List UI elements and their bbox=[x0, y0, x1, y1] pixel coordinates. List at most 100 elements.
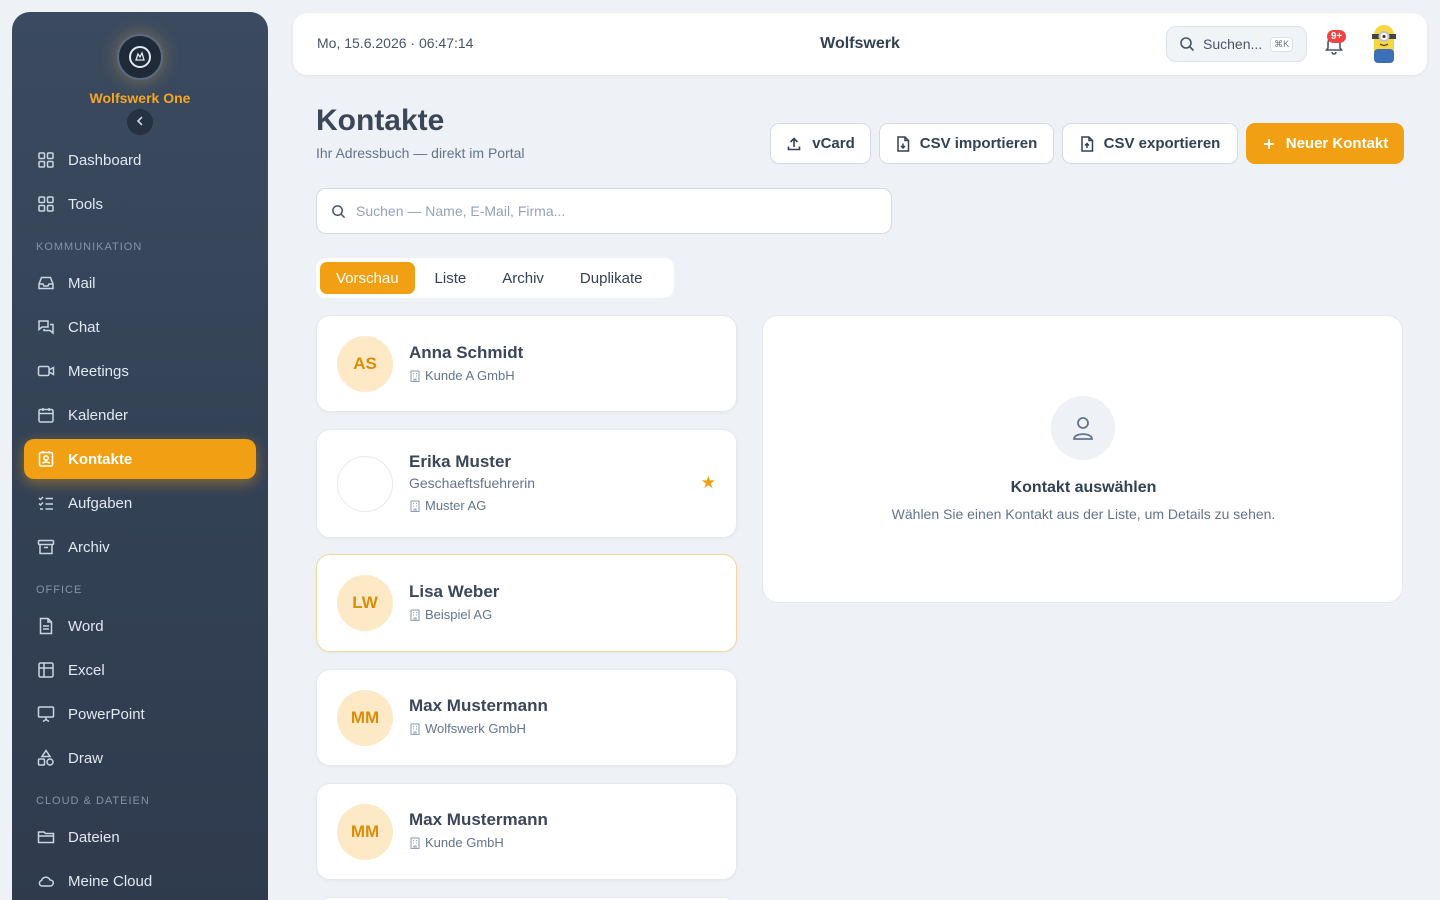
sidebar-item-dashboard[interactable]: Dashboard bbox=[24, 140, 256, 180]
sidebar-item-mail[interactable]: Mail bbox=[24, 263, 256, 303]
user-avatar[interactable] bbox=[1369, 23, 1399, 67]
brand-name: Wolfswerk One bbox=[89, 90, 191, 106]
vcard-button-label: vCard bbox=[812, 135, 855, 152]
notification-badge: 9+ bbox=[1327, 30, 1347, 43]
contact-avatar: LW bbox=[337, 575, 393, 631]
archive-icon bbox=[36, 537, 56, 557]
detail-empty-title: Kontakt auswählen bbox=[1010, 479, 1157, 496]
table-icon bbox=[36, 660, 56, 680]
shapes-icon bbox=[36, 748, 56, 768]
global-search-button[interactable]: Suchen... ⌘K bbox=[1166, 26, 1307, 62]
csv-export-button[interactable]: CSV exportieren bbox=[1062, 123, 1238, 164]
contact-company-label: Wolfswerk GmbH bbox=[425, 721, 526, 736]
sidebar-item-label: Excel bbox=[68, 661, 105, 679]
sidebar-item-label: Mail bbox=[68, 274, 96, 292]
presentation-icon bbox=[36, 704, 56, 724]
chevron-left-icon bbox=[134, 114, 146, 130]
plus-icon bbox=[1262, 137, 1276, 151]
contact-card[interactable]: Erika Muster Geschaeftsfuehrerin Muster … bbox=[316, 429, 737, 538]
contact-card[interactable]: LW Lisa Weber Beispiel AG bbox=[316, 554, 737, 652]
contact-card[interactable]: MM Max Mustermann Wolfswerk GmbH bbox=[316, 669, 737, 766]
contact-search[interactable] bbox=[316, 188, 892, 234]
contact-name: Max Mustermann bbox=[409, 696, 548, 715]
contact-company-label: Kunde A GmbH bbox=[425, 368, 515, 383]
favorite-star-icon[interactable]: ★ bbox=[701, 473, 716, 493]
new-contact-label: Neuer Kontakt bbox=[1285, 135, 1389, 152]
contact-avatar: MM bbox=[337, 690, 393, 746]
document-icon bbox=[36, 616, 56, 636]
contact-search-input[interactable] bbox=[356, 203, 856, 219]
vcard-button[interactable]: vCard bbox=[770, 123, 871, 164]
contact-book-icon bbox=[36, 449, 56, 469]
sidebar-collapse-button[interactable] bbox=[127, 109, 153, 135]
sidebar-item-label: Meine Cloud bbox=[68, 872, 153, 890]
detail-empty-text: Wählen Sie einen Kontakt aus der Liste, … bbox=[891, 506, 1276, 522]
contact-company-label: Beispiel AG bbox=[425, 607, 493, 622]
brand-logo[interactable] bbox=[117, 34, 163, 80]
tab-duplikate[interactable]: Duplikate bbox=[564, 262, 659, 294]
sidebar-item-label: Draw bbox=[68, 749, 104, 767]
contact-avatar: AS bbox=[337, 336, 393, 392]
contact-card[interactable]: AS Anna Schmidt Kunde A GmbH bbox=[316, 315, 737, 412]
contact-company: Wolfswerk GmbH bbox=[409, 721, 526, 736]
topbar: Mo, 15.6.2026 · 06:47:14 Wolfswerk Suche… bbox=[293, 13, 1427, 75]
video-icon bbox=[36, 361, 56, 381]
sidebar-item-label: Dateien bbox=[68, 828, 120, 846]
sidebar-item-label: Dashboard bbox=[68, 151, 142, 169]
csv-export-label: CSV exportieren bbox=[1103, 135, 1221, 152]
sidebar-item-kalender[interactable]: Kalender bbox=[24, 395, 256, 435]
contact-company: Kunde A GmbH bbox=[409, 368, 515, 383]
building-icon bbox=[409, 499, 421, 512]
chat-icon bbox=[36, 317, 56, 337]
sidebar-item-chat[interactable]: Chat bbox=[24, 307, 256, 347]
contact-company-label: Muster AG bbox=[425, 498, 487, 513]
wolf-logo-icon bbox=[129, 46, 151, 68]
search-icon bbox=[1179, 36, 1195, 52]
view-tabs: Vorschau Liste Archiv Duplikate bbox=[316, 258, 674, 298]
search-icon bbox=[331, 204, 346, 219]
sidebar-item-archiv[interactable]: Archiv bbox=[24, 527, 256, 567]
building-icon bbox=[409, 369, 421, 382]
tab-vorschau[interactable]: Vorschau bbox=[320, 262, 415, 294]
sidebar-item-word[interactable]: Word bbox=[24, 606, 256, 646]
contact-name: Anna Schmidt bbox=[409, 343, 524, 362]
contact-company: Beispiel AG bbox=[409, 607, 492, 622]
building-icon bbox=[409, 836, 421, 849]
sidebar-item-dateien[interactable]: Dateien bbox=[24, 817, 256, 857]
section-label-kommunikation: KOMMUNIKATION bbox=[36, 241, 143, 253]
sidebar-item-label: Word bbox=[68, 617, 104, 635]
sidebar-item-label: Aufgaben bbox=[68, 494, 133, 512]
contact-company-label: Kunde GmbH bbox=[425, 835, 504, 850]
sidebar-item-powerpoint[interactable]: PowerPoint bbox=[24, 694, 256, 734]
sidebar-item-excel[interactable]: Excel bbox=[24, 650, 256, 690]
csv-import-button[interactable]: CSV importieren bbox=[879, 123, 1054, 164]
upload-icon bbox=[786, 136, 802, 152]
page-title: Kontakte bbox=[316, 104, 445, 137]
sidebar-item-meine-cloud[interactable]: Meine Cloud bbox=[24, 861, 256, 900]
search-shortcut: ⌘K bbox=[1270, 36, 1294, 52]
tab-liste[interactable]: Liste bbox=[419, 262, 483, 294]
sidebar-item-draw[interactable]: Draw bbox=[24, 738, 256, 778]
building-icon bbox=[409, 722, 421, 735]
dashboard-icon bbox=[36, 150, 56, 170]
sidebar-item-aufgaben[interactable]: Aufgaben bbox=[24, 483, 256, 523]
sidebar-item-meetings[interactable]: Meetings bbox=[24, 351, 256, 391]
tab-archiv[interactable]: Archiv bbox=[486, 262, 560, 294]
sidebar-item-tools[interactable]: Tools bbox=[24, 184, 256, 224]
inbox-icon bbox=[36, 273, 56, 293]
contact-avatar: MM bbox=[337, 804, 393, 860]
section-label-cloud: CLOUD & DATEIEN bbox=[36, 795, 150, 807]
new-contact-button[interactable]: Neuer Kontakt bbox=[1246, 123, 1404, 164]
contact-name: Lisa Weber bbox=[409, 582, 500, 601]
cloud-icon bbox=[36, 871, 56, 891]
checklist-icon bbox=[36, 493, 56, 513]
calendar-icon bbox=[36, 405, 56, 425]
sidebar-item-label: Archiv bbox=[68, 538, 110, 556]
contact-card[interactable]: MM Max Mustermann Kunde GmbH bbox=[316, 783, 737, 880]
bell-icon bbox=[1323, 36, 1345, 59]
global-search-label: Suchen... bbox=[1203, 36, 1263, 52]
contact-company: Kunde GmbH bbox=[409, 835, 504, 850]
sidebar-item-kontakte[interactable]: Kontakte bbox=[24, 439, 256, 479]
sidebar-item-label: Kontakte bbox=[68, 450, 133, 468]
building-icon bbox=[409, 608, 421, 621]
